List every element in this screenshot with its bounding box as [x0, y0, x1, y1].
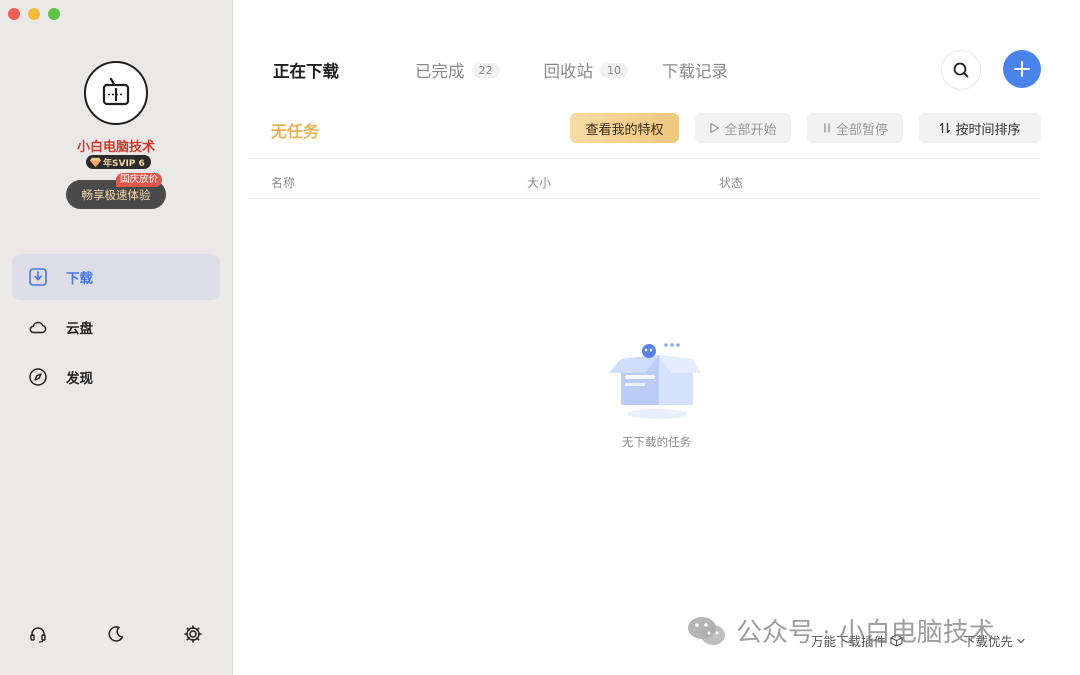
pause-all-button[interactable]: 全部暂停	[807, 113, 903, 143]
headset-icon[interactable]	[28, 624, 48, 644]
compass-icon	[28, 367, 48, 387]
username: 小白电脑技术	[76, 140, 155, 155]
search-button[interactable]	[941, 50, 981, 90]
sidebar-item-cloud[interactable]: 云盘	[12, 304, 220, 350]
column-header-size: 大小	[527, 176, 552, 190]
divider	[248, 158, 1041, 159]
promo-tag: 国庆放价	[116, 173, 163, 187]
svip-label: 年SVIP 6	[103, 158, 145, 169]
pause-icon	[822, 122, 832, 134]
button-label: 全部暂停	[835, 122, 888, 138]
tab-count-badge: 10	[600, 62, 628, 78]
promo-label: 畅享极速体验	[81, 187, 151, 202]
tab-label: 正在下载	[273, 62, 339, 81]
sidebar-item-label: 下载	[66, 271, 93, 287]
sidebar-item-download[interactable]: 下载	[12, 254, 220, 300]
diamond-icon	[90, 157, 101, 167]
download-icon	[28, 267, 48, 287]
empty-state-text: 无下载的任务	[622, 435, 691, 449]
start-all-button[interactable]: 全部开始	[695, 113, 791, 143]
tab-bar: 正在下载 已完成 22 回收站 10 下载记录	[273, 58, 728, 82]
empty-box-illustration	[609, 343, 701, 419]
window-controls	[8, 8, 60, 20]
tv-icon	[102, 77, 130, 106]
button-label: 查看我的特权	[585, 122, 664, 138]
cube-icon	[890, 634, 903, 647]
tab-label: 已完成	[415, 62, 465, 81]
view-privilege-button[interactable]: 查看我的特权	[570, 113, 679, 143]
tab-download-history[interactable]: 下载记录	[662, 58, 728, 82]
button-label: 全部开始	[724, 122, 777, 138]
add-task-button[interactable]	[1003, 50, 1041, 88]
sidebar-item-label: 云盘	[66, 321, 93, 337]
svip-badge: 年SVIP 6	[86, 155, 151, 169]
app-window: 小白电脑技术 年SVIP 6 畅享极速体验 国庆放价 下载 云盘 发现 正在下载…	[0, 0, 1080, 675]
column-header-name: 名称	[271, 176, 296, 190]
sort-icon	[939, 122, 951, 134]
sort-by-time-button[interactable]: 按时间排序	[919, 113, 1041, 143]
divider	[248, 198, 1041, 199]
plugin-label: 万能下载插件	[811, 634, 887, 649]
tab-count-badge: 22	[471, 62, 500, 78]
download-priority-dropdown[interactable]: 下载优先	[963, 631, 1026, 650]
moon-icon[interactable]	[106, 624, 126, 644]
tab-completed[interactable]: 已完成 22	[415, 58, 500, 82]
plus-icon	[1014, 61, 1030, 77]
avatar[interactable]	[84, 61, 148, 125]
task-status: 无任务	[271, 122, 320, 141]
play-icon	[709, 122, 720, 134]
tab-recycle-bin[interactable]: 回收站 10	[543, 58, 628, 82]
priority-label: 下载优先	[963, 634, 1014, 649]
minimize-window-button[interactable]	[28, 8, 40, 20]
tab-label: 回收站	[543, 62, 594, 81]
plugin-link[interactable]: 万能下载插件	[811, 631, 903, 650]
sidebar-item-discover[interactable]: 发现	[12, 354, 220, 400]
cloud-icon	[28, 317, 48, 337]
search-icon	[953, 62, 969, 78]
sidebar-bottom-bar	[0, 624, 232, 648]
tab-label: 下载记录	[662, 62, 728, 81]
chevron-down-icon	[1017, 638, 1025, 643]
sidebar-item-label: 发现	[66, 371, 93, 387]
sidebar: 小白电脑技术 年SVIP 6 畅享极速体验 国庆放价 下载 云盘 发现	[0, 0, 233, 675]
sidebar-nav: 下载 云盘 发现	[12, 254, 220, 404]
gear-icon[interactable]	[183, 624, 203, 644]
column-header-status: 状态	[719, 176, 744, 190]
zoom-window-button[interactable]	[48, 8, 60, 20]
close-window-button[interactable]	[8, 8, 20, 20]
tab-downloading[interactable]: 正在下载	[273, 58, 339, 82]
main-panel: 正在下载 已完成 22 回收站 10 下载记录 无任务 查看我的特权 全部开始 …	[233, 0, 1080, 675]
button-label: 按时间排序	[955, 122, 1021, 138]
